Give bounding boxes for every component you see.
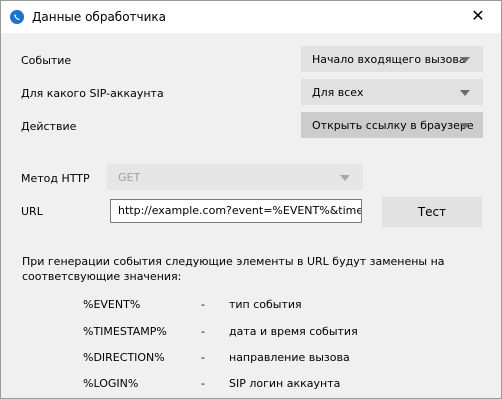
chevron-down-icon	[340, 175, 350, 181]
action-select-value: Открыть ссылку в браузере	[312, 119, 474, 132]
url-label: URL	[21, 205, 43, 218]
variable-description: направление вызова	[229, 351, 350, 364]
method-label: Метод HTTP	[21, 172, 90, 185]
event-select-value: Начало входящего вызова	[312, 53, 466, 66]
variable-name: %DIRECTION%	[83, 351, 165, 364]
variable-dash: -	[201, 298, 205, 311]
variable-dash: -	[201, 351, 205, 364]
test-button[interactable]: Тест	[382, 197, 482, 227]
variable-name: %EVENT%	[83, 298, 141, 311]
account-select-value: Для всех	[312, 86, 364, 99]
chevron-down-icon	[460, 57, 470, 63]
close-icon: ✕	[471, 6, 485, 25]
account-label: Для какого SIP-аккаунта	[21, 87, 164, 100]
replacement-info-text: При генерации события следующие элементы…	[22, 255, 445, 283]
window-title: Данные обработчика	[32, 10, 167, 24]
chevron-down-icon	[460, 90, 470, 96]
variable-name: %LOGIN%	[83, 377, 139, 390]
url-input[interactable]: http://example.com?event=%EVENT%&timesta…	[110, 199, 362, 223]
variable-dash: -	[201, 377, 205, 390]
variable-description: SIP логин аккаунта	[229, 377, 341, 390]
event-select[interactable]: Начало входящего вызова	[301, 46, 483, 72]
action-select[interactable]: Открыть ссылку в браузере	[301, 112, 483, 138]
account-select[interactable]: Для всех	[301, 79, 483, 105]
variable-dash: -	[201, 325, 205, 338]
handler-dialog: Данные обработчика ✕ Событие Начало вход…	[0, 0, 502, 399]
method-select[interactable]: GET	[107, 164, 363, 190]
title-bar: Данные обработчика ✕	[1, 1, 501, 33]
chevron-down-icon	[460, 123, 470, 129]
variable-description: тип события	[229, 298, 302, 311]
action-label: Действие	[21, 120, 77, 133]
method-select-value: GET	[118, 171, 141, 184]
app-logo-icon	[10, 10, 24, 24]
close-button[interactable]: ✕	[455, 1, 501, 33]
event-label: Событие	[21, 54, 72, 67]
variable-description: дата и время события	[229, 325, 358, 338]
variable-name: %TIMESTAMP%	[83, 325, 167, 338]
